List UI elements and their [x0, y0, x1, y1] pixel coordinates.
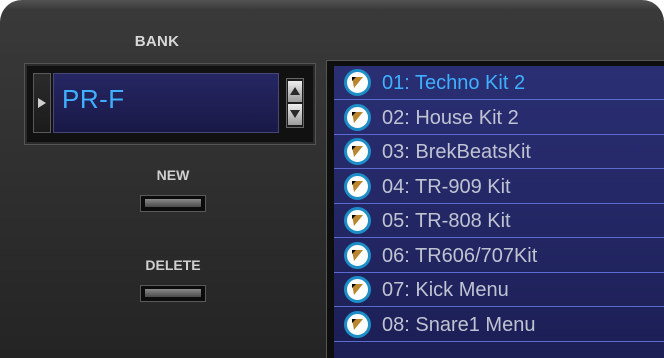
bank-editor-panel: BANK PR-F NEW DELETE 01: Techno Kit 2 02:… — [0, 0, 664, 358]
panel-highlight — [0, 0, 664, 10]
orange-wedge-icon[interactable] — [344, 276, 371, 303]
kit-row[interactable]: 04: TR-909 Kit — [334, 170, 664, 204]
new-button-face — [145, 199, 201, 207]
kit-row[interactable]: 01: Techno Kit 2 — [334, 66, 664, 100]
bank-label: BANK — [134, 33, 180, 50]
triangle-down-icon — [290, 110, 300, 118]
kit-row-label: 01: Techno Kit 2 — [382, 72, 526, 94]
kit-row-label: 07: Kick Menu — [382, 279, 509, 301]
kit-row-label: 04: TR-909 Kit — [382, 175, 511, 198]
triangle-up-icon — [290, 87, 300, 95]
bank-up-button[interactable] — [288, 81, 302, 102]
kit-row[interactable]: 06: TR606/707Kit — [334, 239, 664, 273]
orange-wedge-icon[interactable] — [344, 172, 371, 200]
orange-wedge-icon[interactable] — [344, 69, 371, 96]
kit-row-label: 06: TR606/707Kit — [382, 244, 538, 267]
kit-row[interactable]: 07: Kick Menu — [334, 273, 664, 307]
kit-row-label: 03: BrekBeatsKit — [382, 141, 531, 163]
bank-value: PR-F — [62, 84, 125, 114]
kit-row-label: 08: Snare1 Menu — [382, 313, 536, 336]
delete-button-face — [145, 289, 201, 297]
kit-row[interactable]: 05: TR-808 Kit — [334, 204, 664, 238]
bank-down-button[interactable] — [288, 104, 302, 125]
orange-wedge-icon[interactable] — [344, 207, 371, 234]
bank-spinner — [286, 78, 304, 128]
orange-wedge-icon[interactable] — [344, 138, 371, 165]
delete-button[interactable] — [140, 285, 206, 302]
triangle-right-icon — [38, 98, 46, 108]
bank-select-button[interactable] — [33, 73, 51, 133]
orange-wedge-icon[interactable] — [344, 241, 371, 269]
new-label: NEW — [156, 167, 190, 183]
kit-row[interactable]: 02: House Kit 2 — [334, 101, 664, 135]
kit-row-label: 02: House Kit 2 — [382, 106, 519, 129]
kit-row[interactable]: 03: BrekBeatsKit — [334, 135, 664, 169]
kit-row-label: 05: TR-808 Kit — [382, 210, 511, 232]
delete-label: DELETE — [145, 257, 201, 273]
kit-row[interactable]: 08: Snare1 Menu — [334, 308, 664, 342]
new-button[interactable] — [140, 195, 206, 212]
orange-wedge-icon[interactable] — [344, 103, 371, 131]
orange-wedge-icon[interactable] — [344, 310, 371, 338]
